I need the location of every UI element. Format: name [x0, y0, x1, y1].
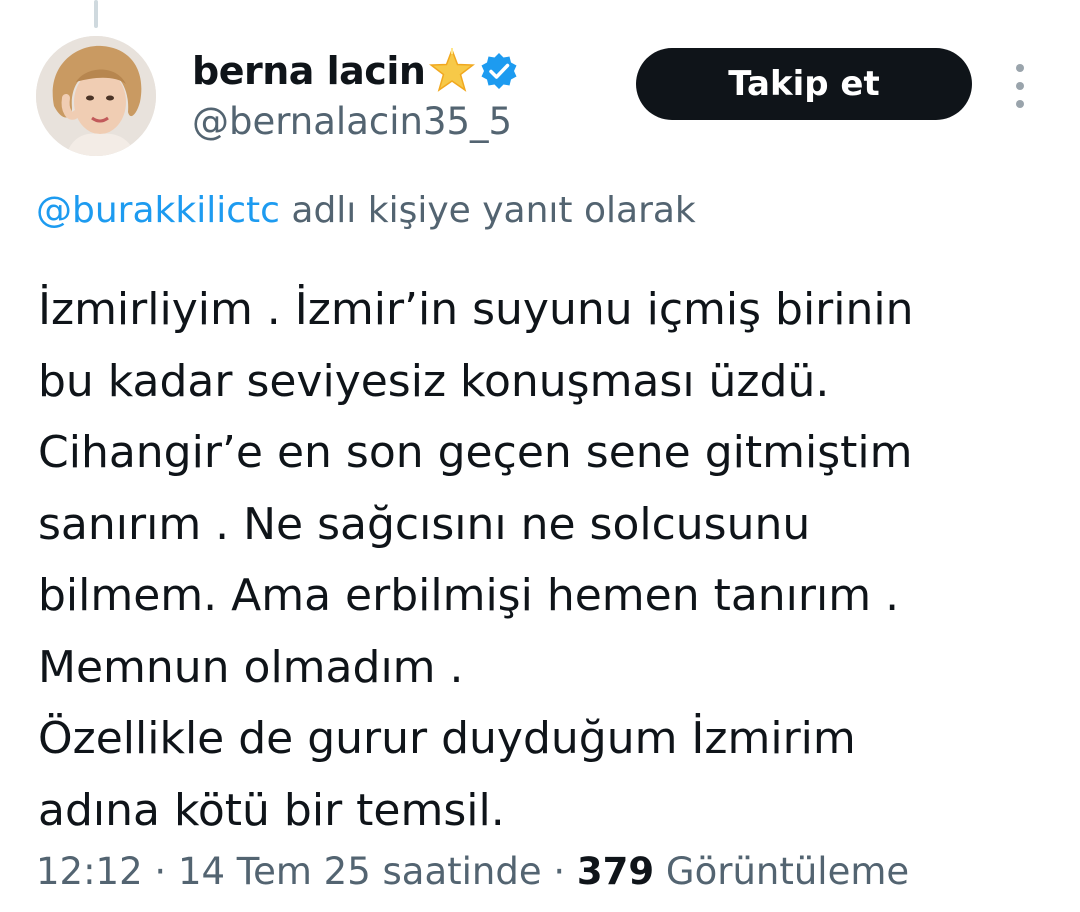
tweet-line: Özellikle de gurur duyduğum İzmirim — [38, 713, 856, 764]
more-dot — [1016, 100, 1024, 108]
tweet-line: bilmem. Ama erbilmişi hemen tanırım . — [38, 570, 900, 621]
star-emoji-icon — [429, 48, 476, 92]
reply-mention-link[interactable]: @burakkilictc — [36, 190, 280, 231]
views-label[interactable]: Görüntüleme — [654, 850, 909, 893]
avatar-photo — [36, 36, 156, 156]
author-display-name[interactable]: berna lacin — [192, 49, 426, 93]
thread-connector-line — [94, 0, 98, 28]
author-name-row[interactable]: berna lacin — [192, 46, 519, 96]
tweet-text: İzmirliyim . İzmir’in suyunu içmiş birin… — [38, 274, 1048, 846]
tweet-date[interactable]: 14 Tem 25 saatinde — [178, 850, 542, 893]
reply-context: @burakkilictc adlı kişiye yanıt olarak — [36, 190, 696, 231]
more-dot — [1016, 82, 1024, 90]
verified-badge-icon[interactable] — [479, 51, 519, 91]
tweet-line: sanırım . Ne sağcısını ne solcusunu — [38, 498, 811, 550]
tweet-line: Cihangir’e en son geçen sene gitmiştim — [38, 427, 913, 478]
more-options-icon[interactable] — [1004, 64, 1036, 108]
tweet-time[interactable]: 12:12 — [36, 850, 143, 893]
meta-separator: · — [142, 850, 178, 893]
tweet-meta: 12:12 · 14 Tem 25 saatinde · 379 Görüntü… — [36, 850, 909, 893]
views-count[interactable]: 379 — [577, 850, 654, 893]
tweet-line: İzmirliyim . İzmir’in suyunu içmiş birin… — [38, 284, 914, 335]
tweet-line: bu kadar seviyesiz konuşması üzdü. — [38, 355, 830, 407]
more-dot — [1016, 64, 1024, 72]
follow-button[interactable]: Takip et — [636, 48, 972, 120]
author-handle[interactable]: @bernalacin35_5 — [192, 100, 512, 143]
tweet-line: adına kötü bir temsil. — [38, 784, 505, 836]
meta-separator: · — [541, 850, 577, 893]
reply-context-label: adlı kişiye yanıt olarak — [279, 190, 696, 231]
avatar[interactable] — [36, 36, 156, 156]
tweet-line: Memnun olmadım . — [38, 641, 464, 693]
